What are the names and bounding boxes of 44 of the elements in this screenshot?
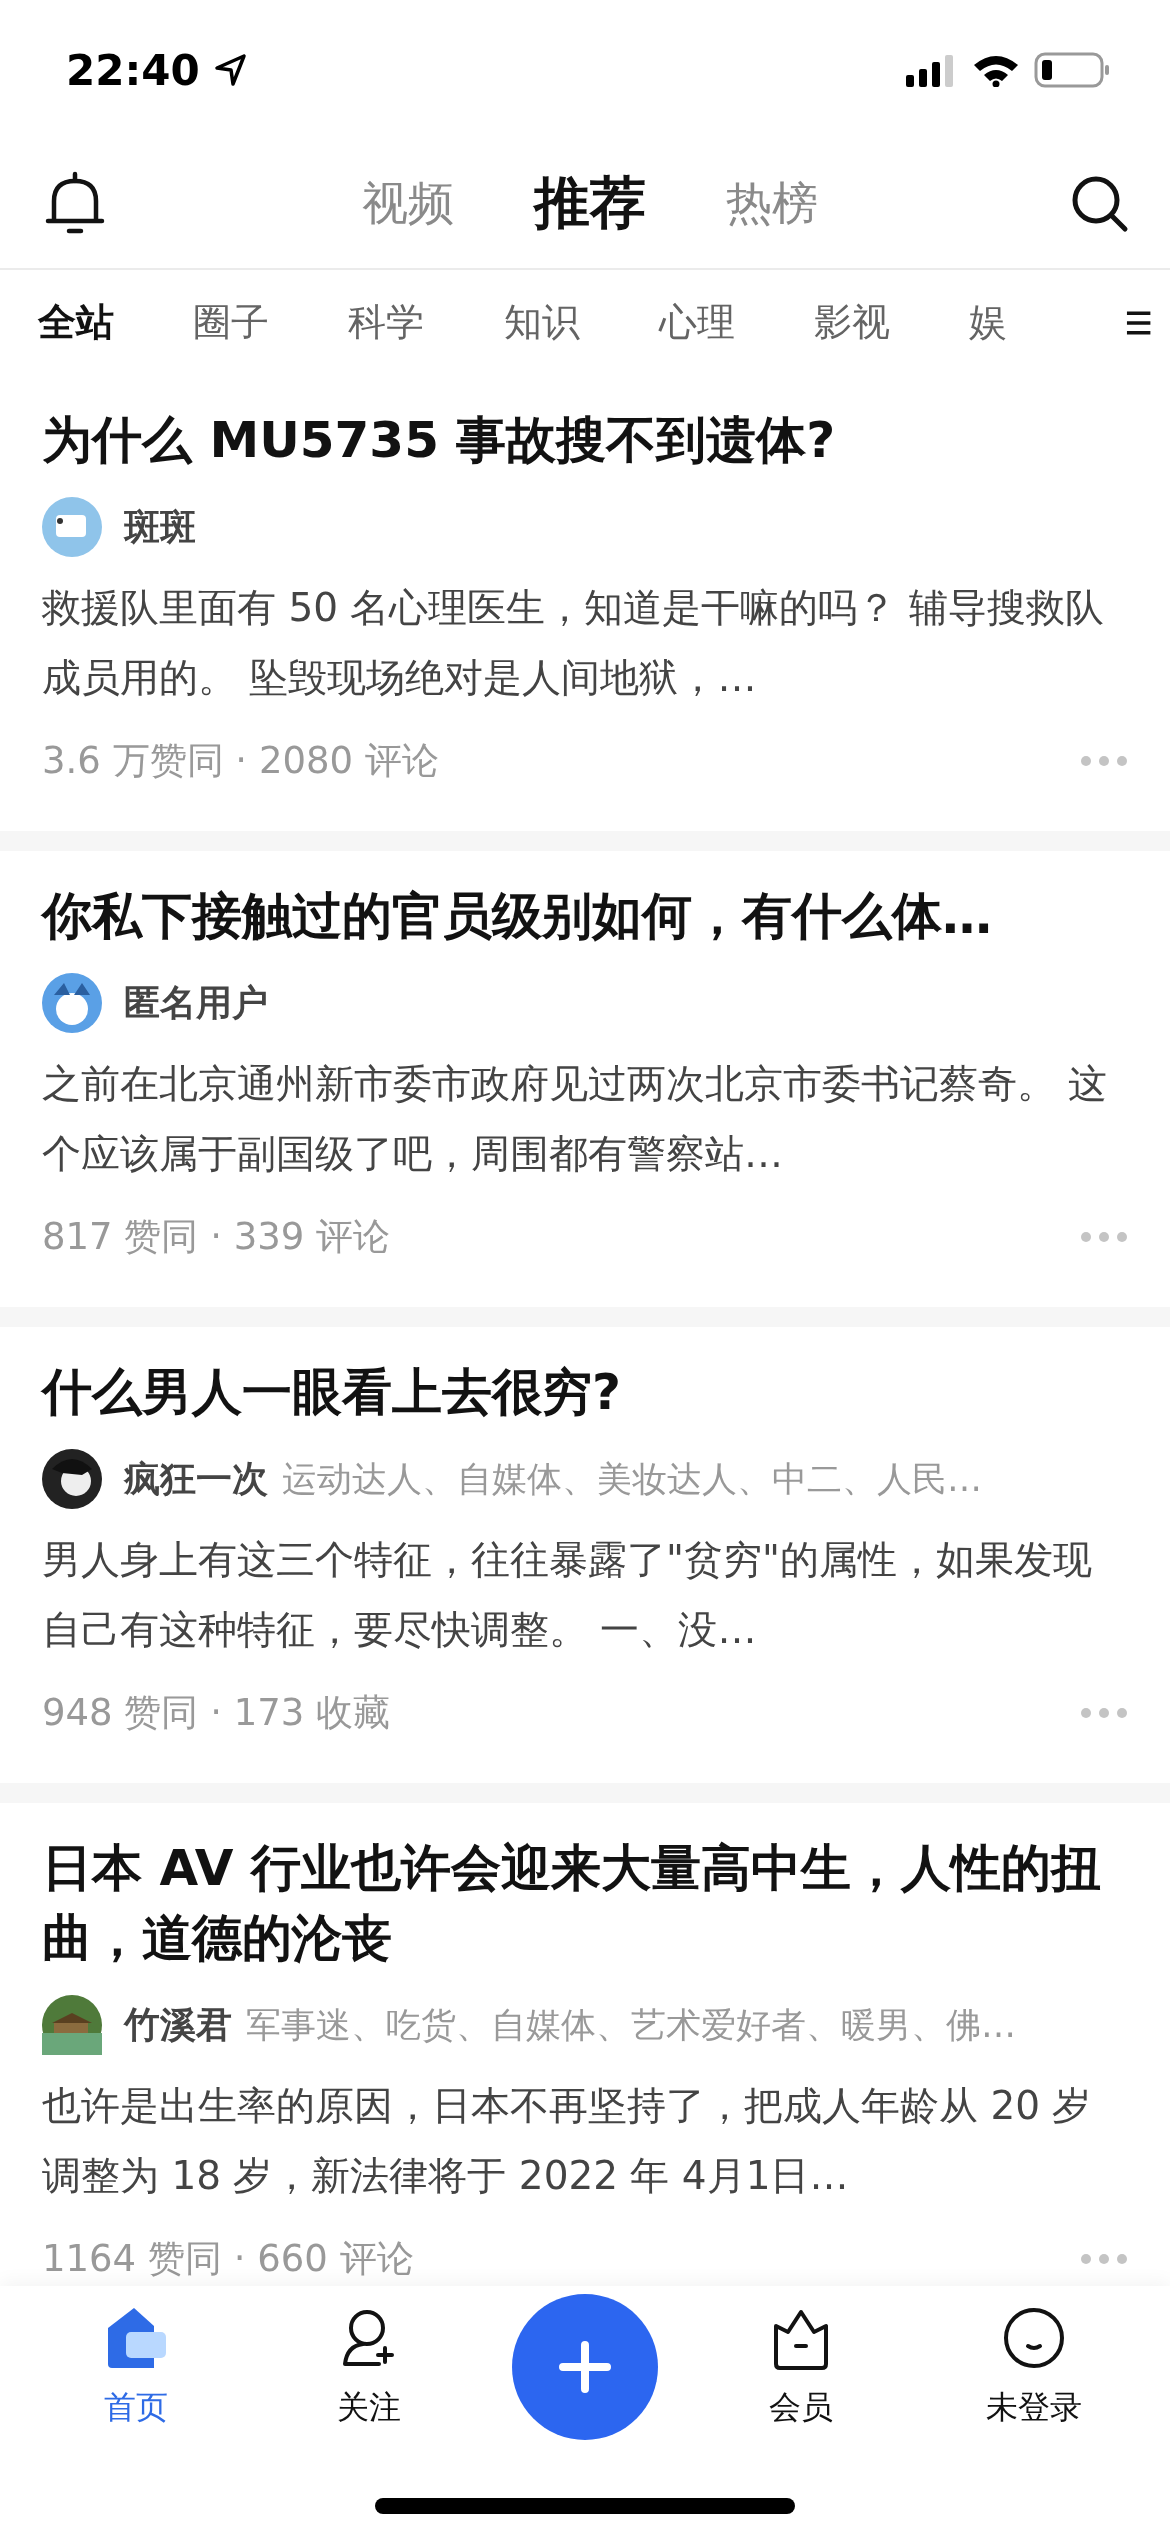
search-icon[interactable] [1070,174,1130,234]
avatar-icon [42,973,102,1033]
answer-excerpt: 救援队里面有 50 名心理医生，知道是干嘛的吗？ 辅导搜救队成员用的。 坠毁现场绝对是人间地狱，… [42,584,1105,702]
category-tab[interactable]: 知识 [503,297,659,348]
question-title: 日本 AV 行业也许会迎来大量高中生，人性的扭曲，道德的沦丧 [42,1838,1102,1969]
smiley-icon [1001,2306,1066,2370]
category-tab[interactable]: 影视 [814,297,970,348]
author-name: 匿名用户 [124,980,268,1025]
wifi-icon [972,53,1020,87]
location-arrow-icon [213,53,248,87]
header-tab[interactable]: 推荐 [534,166,646,242]
answer-excerpt: 男人身上有这三个特征，往往暴露了"贫穷"的属性，如果发现自己有这种特征，要尽快调整。 一、没… [42,1536,1093,1654]
author-tags: 军事迷、吃货、自媒体、艺术爱好者、暖男、佛… [246,2001,1016,2049]
battery-icon [1034,52,1110,88]
nav-tab[interactable]: 会员 [710,2306,891,2430]
author-name: 竹溪君 [124,2002,232,2047]
menu-icon[interactable] [1124,309,1152,336]
question-title: 什么男人一眼看上去很穷? [42,1362,622,1423]
category-tab[interactable]: 心理 [658,297,815,348]
answer-stats: 817 赞同 · 339 评论 [42,1214,391,1260]
author-tags: 运动达人、自媒体、美妆达人、中二、人民… [282,1455,982,1503]
answer-stats: 948 赞同 · 173 收藏 [42,1690,391,1736]
question-title: 你私下接触过的官员级别如何，有什么体… [42,886,993,947]
nav-tab[interactable]: 未登录 [943,2306,1124,2430]
nav-tab[interactable]: 关注 [279,2306,460,2430]
avatar-icon [42,1449,102,1509]
author-name: 疯狂一次 [124,1456,268,1501]
answer-excerpt: 也许是出生率的原因，日本不再坚持了，把成人年龄从 20 岁调整为 18 岁，新法律将于 2022 年 4月1日… [42,2082,1093,2200]
category-tab[interactable]: 全站 [38,297,194,348]
category-tab[interactable]: 圈子 [193,297,349,348]
header-tab[interactable]: 视频 [362,173,454,235]
category-tab[interactable]: 科学 [348,297,504,348]
answer-excerpt: 之前在北京通州新市委市政府见过两次北京市委书记蔡奇。 这个应该属于副国级了吧，周围都有警察站… [42,1060,1109,1178]
status-time: 22:40 [66,45,200,95]
question-title: 为什么 MU5735 事故搜不到遗体? [42,410,837,471]
avatar-icon [42,497,102,557]
author-name: 斑斑 [124,504,196,549]
answer-stats: 1164 赞同 · 660 评论 [42,2236,414,2282]
plus-icon [559,2341,611,2393]
header-tab[interactable]: 热榜 [726,173,818,235]
answer-stats: 3.6 万赞同 · 2080 评论 [42,738,439,784]
avatar-icon [42,1995,102,2055]
category-tab[interactable]: 娱 [969,297,1125,348]
nav-tab[interactable]: 首页 [46,2306,227,2430]
